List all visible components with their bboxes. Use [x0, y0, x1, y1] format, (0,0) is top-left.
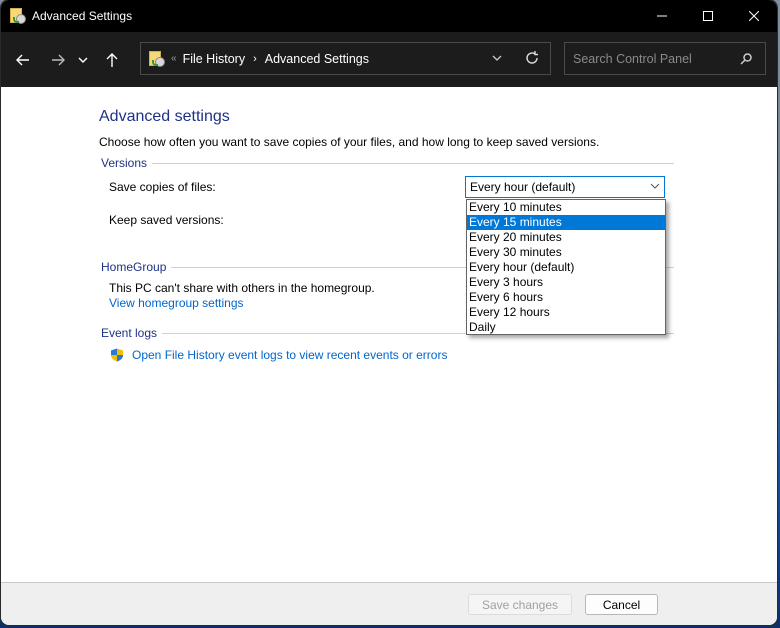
save-copies-selected-value: Every hour (default)	[470, 180, 576, 194]
section-divider	[152, 162, 674, 164]
arrow-up-icon	[106, 52, 118, 67]
versions-heading-label: Versions	[101, 156, 148, 170]
content-area: Advanced settings Choose how often you w…	[1, 87, 777, 582]
open-event-logs-link[interactable]: Open File History event logs to view rec…	[132, 348, 447, 362]
recent-locations-button[interactable]	[73, 45, 93, 75]
save-copies-select[interactable]: Every hour (default)	[465, 176, 665, 198]
maximize-icon	[703, 11, 713, 21]
navigation-bar: « File History › Advanced Settings	[1, 32, 777, 87]
view-homegroup-settings-link[interactable]: View homegroup settings	[109, 296, 244, 310]
breadcrumb-file-history[interactable]: File History	[183, 52, 246, 66]
cancel-button[interactable]: Cancel	[585, 594, 658, 615]
file-history-icon	[149, 50, 165, 67]
breadcrumb-advanced-settings[interactable]: Advanced Settings	[265, 52, 369, 66]
back-button[interactable]	[8, 45, 38, 75]
window-title: Advanced Settings	[32, 9, 133, 23]
dropdown-option[interactable]: Every 30 minutes	[467, 245, 665, 260]
close-icon	[749, 11, 759, 21]
refresh-icon	[526, 51, 538, 64]
search-input[interactable]	[573, 51, 733, 66]
keep-versions-label: Keep saved versions:	[109, 213, 224, 227]
dialog-footer: Save changes Cancel	[1, 582, 777, 625]
dropdown-option[interactable]: Daily	[467, 320, 665, 335]
close-button[interactable]	[731, 0, 777, 32]
title-bar: Advanced Settings	[1, 0, 777, 32]
save-changes-button[interactable]: Save changes	[468, 594, 572, 615]
file-history-icon	[10, 8, 26, 24]
forward-button[interactable]	[43, 45, 73, 75]
dropdown-option-highlighted[interactable]: Every 15 minutes	[467, 215, 665, 230]
dropdown-option[interactable]: Every 6 hours	[467, 290, 665, 305]
minimize-button[interactable]	[639, 0, 685, 32]
search-icon[interactable]	[740, 53, 752, 68]
event-logs-heading-label: Event logs	[101, 326, 158, 340]
advanced-settings-window: Advanced Settings « File History › Advan…	[1, 0, 777, 625]
dropdown-option[interactable]: Every hour (default)	[467, 260, 665, 275]
homegroup-status: This PC can't share with others in the h…	[109, 281, 375, 295]
homegroup-heading-label: HomeGroup	[101, 260, 167, 274]
maximize-button[interactable]	[685, 0, 731, 32]
overflow-indicator[interactable]: «	[171, 53, 177, 64]
page-description: Choose how often you want to save copies…	[99, 135, 600, 149]
page-title: Advanced settings	[99, 108, 230, 125]
versions-section-heading: Versions	[101, 156, 674, 170]
search-box[interactable]	[564, 42, 766, 75]
save-copies-label: Save copies of files:	[109, 180, 216, 194]
arrow-right-icon	[52, 54, 65, 65]
uac-shield-icon	[111, 348, 123, 362]
dropdown-option[interactable]: Every 10 minutes	[467, 200, 665, 215]
chevron-down-icon	[650, 183, 660, 189]
up-button[interactable]	[97, 45, 127, 75]
dropdown-option[interactable]: Every 20 minutes	[467, 230, 665, 245]
dropdown-option[interactable]: Every 3 hours	[467, 275, 665, 290]
save-copies-dropdown-list: Every 10 minutes Every 15 minutes Every …	[466, 199, 666, 335]
chevron-down-icon	[492, 55, 502, 61]
address-history-button[interactable]	[492, 51, 502, 65]
minimize-icon	[657, 15, 667, 17]
refresh-button[interactable]	[524, 50, 540, 69]
chevron-down-icon	[78, 57, 88, 63]
address-bar[interactable]: « File History › Advanced Settings	[140, 42, 551, 75]
dropdown-option[interactable]: Every 12 hours	[467, 305, 665, 320]
arrow-left-icon	[16, 54, 29, 65]
breadcrumb-separator[interactable]: ›	[253, 53, 257, 65]
